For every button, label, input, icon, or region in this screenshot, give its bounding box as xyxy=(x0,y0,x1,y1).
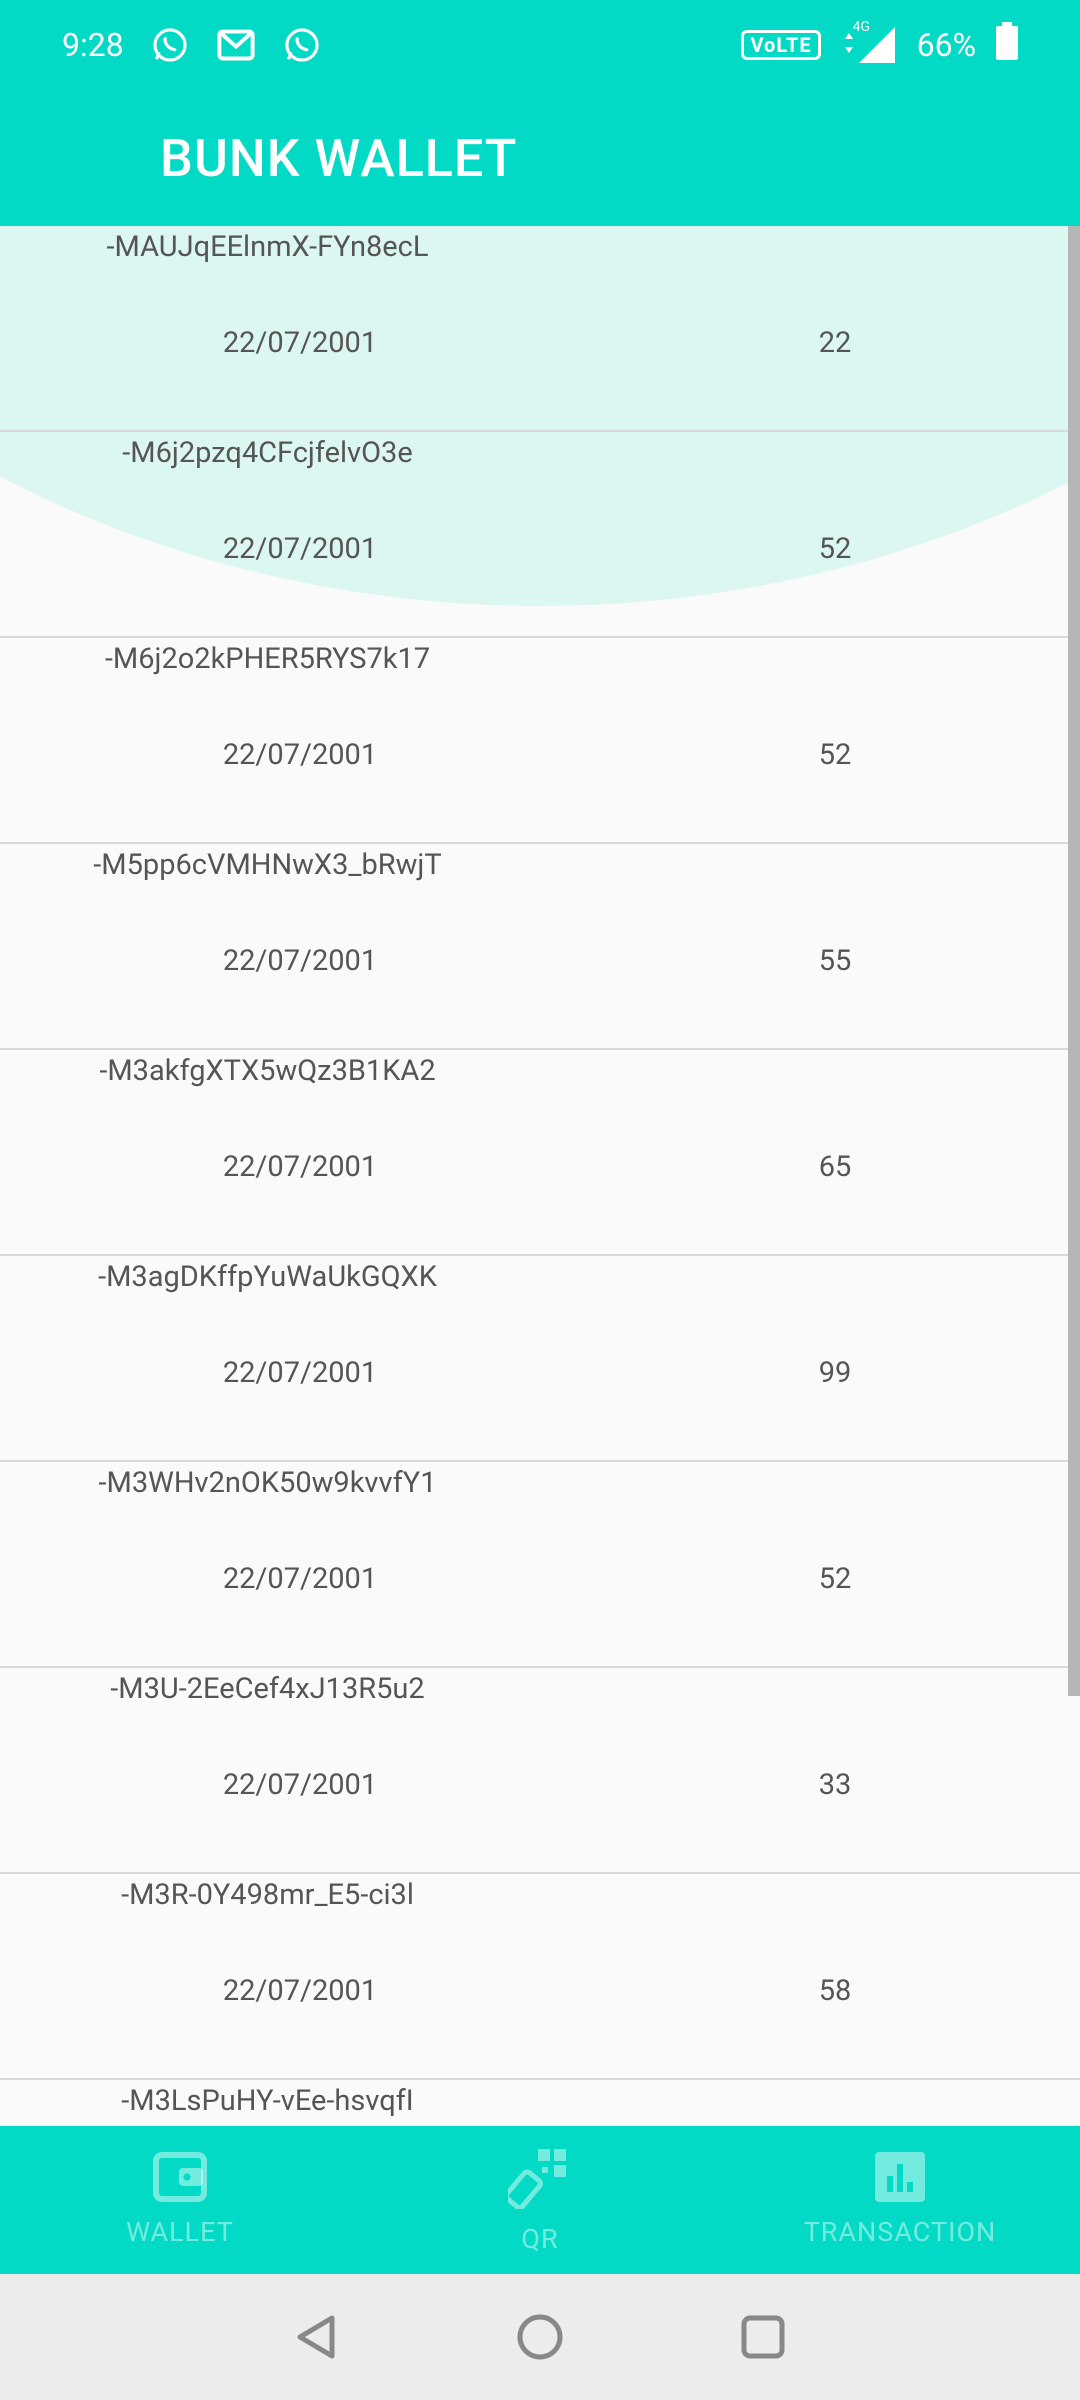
system-navigation-bar xyxy=(0,2274,1080,2400)
transaction-row[interactable]: -M3R-0Y498mr_E5-ci3l 22/07/2001 58 xyxy=(0,1874,1080,2080)
transaction-id: -M3LsPuHY-vEe-hsvqfI xyxy=(121,2084,414,2118)
transaction-date: 22/07/2001 xyxy=(222,1562,378,1596)
transaction-amount: 22 xyxy=(818,326,852,360)
nav-item-transaction[interactable]: TRANSACTION xyxy=(720,2126,1080,2274)
transaction-amount: 52 xyxy=(818,1562,852,1596)
transaction-list-container[interactable]: -MAUJqEElnmX-FYn8ecL 22/07/2001 22 -M6j2pzq… xyxy=(0,226,1080,2126)
back-icon[interactable] xyxy=(292,2312,342,2362)
transaction-id: -M3U-2EeCef4xJ13R5u2 xyxy=(110,1672,425,1706)
transaction-amount: 52 xyxy=(818,532,852,566)
transaction-row[interactable]: -M3akfgXTX5wQz3B1KA2 22/07/2001 65 xyxy=(0,1050,1080,1256)
transaction-date: 22/07/2001 xyxy=(222,944,378,978)
bottom-navigation: WALLET QR TRANSACTION xyxy=(0,2126,1080,2274)
whatsapp-icon xyxy=(282,25,322,65)
transaction-row[interactable]: -M5pp6cVMHNwX3_bRwjT 22/07/2001 55 xyxy=(0,844,1080,1050)
transaction-id: -M3agDKffpYuWaUkGQXK xyxy=(98,1260,437,1294)
transaction-row[interactable]: -M6j2o2kPHER5RYS7k17 22/07/2001 52 xyxy=(0,638,1080,844)
transaction-id: -M6j2o2kPHER5RYS7k17 xyxy=(104,642,431,676)
transaction-date: 22/07/2001 xyxy=(222,1768,378,1802)
nav-label-transaction: TRANSACTION xyxy=(803,2216,997,2248)
transaction-date: 22/07/2001 xyxy=(222,1974,378,2008)
whatsapp-icon xyxy=(150,25,190,65)
battery-level: 66% xyxy=(916,26,976,64)
transaction-date: 22/07/2001 xyxy=(222,1356,378,1390)
gmail-icon xyxy=(216,25,256,65)
nav-item-qr[interactable]: QR xyxy=(360,2126,720,2274)
transaction-row[interactable]: -MAUJqEElnmX-FYn8ecL 22/07/2001 22 xyxy=(0,226,1080,432)
transaction-list[interactable]: -MAUJqEElnmX-FYn8ecL 22/07/2001 22 -M6j2pzq… xyxy=(0,226,1080,2126)
nav-item-wallet[interactable]: WALLET xyxy=(0,2126,360,2274)
transaction-date: 22/07/2001 xyxy=(222,738,378,772)
scrollbar[interactable] xyxy=(1068,226,1080,1696)
transaction-row[interactable]: -M3LsPuHY-vEe-hsvqfI xyxy=(0,2080,1080,2126)
recents-icon[interactable] xyxy=(738,2312,788,2362)
status-time: 9:28 xyxy=(62,26,124,64)
transaction-date: 22/07/2001 xyxy=(222,1150,378,1184)
transaction-row[interactable]: -M3agDKffpYuWaUkGQXK 22/07/2001 99 xyxy=(0,1256,1080,1462)
transaction-id: -M3akfgXTX5wQz3B1KA2 xyxy=(99,1054,436,1088)
qr-scan-icon xyxy=(508,2149,566,2209)
transaction-id: -M6j2pzq4CFcjfelvO3e xyxy=(122,436,413,470)
volte-badge: VoLTE xyxy=(741,30,821,60)
nav-label-qr: QR xyxy=(521,2223,559,2255)
transaction-amount: 52 xyxy=(818,738,852,772)
battery-icon xyxy=(996,22,1018,68)
transaction-id: -M5pp6cVMHNwX3_bRwjT xyxy=(93,848,442,882)
transaction-amount: 55 xyxy=(818,944,852,978)
status-bar: 9:28 VoLTE 4G 66% xyxy=(0,0,1080,90)
app-title: BUNK WALLET xyxy=(160,127,518,189)
transaction-amount: 65 xyxy=(818,1150,852,1184)
transaction-row[interactable]: -M3WHv2nOK50w9kvvfY1 22/07/2001 52 xyxy=(0,1462,1080,1668)
transaction-row[interactable]: -M3U-2EeCef4xJ13R5u2 22/07/2001 33 xyxy=(0,1668,1080,1874)
signal-icon: 4G xyxy=(841,19,897,65)
transaction-amount: 99 xyxy=(818,1356,852,1390)
transaction-id: -M3R-0Y498mr_E5-ci3l xyxy=(121,1878,414,1912)
transaction-id: -M3WHv2nOK50w9kvvfY1 xyxy=(98,1466,437,1500)
transaction-row[interactable]: -M6j2pzq4CFcjfelvO3e 22/07/2001 52 xyxy=(0,432,1080,638)
nav-label-wallet: WALLET xyxy=(126,2216,234,2248)
wallet-icon xyxy=(153,2152,207,2202)
app-bar: BUNK WALLET xyxy=(0,90,1080,226)
bar-chart-icon xyxy=(875,2152,925,2202)
transaction-id: -MAUJqEElnmX-FYn8ecL xyxy=(106,230,429,264)
transaction-amount: 33 xyxy=(818,1768,852,1802)
transaction-amount: 58 xyxy=(818,1974,852,2008)
transaction-date: 22/07/2001 xyxy=(222,532,378,566)
transaction-date: 22/07/2001 xyxy=(222,326,378,360)
home-icon[interactable] xyxy=(515,2312,565,2362)
